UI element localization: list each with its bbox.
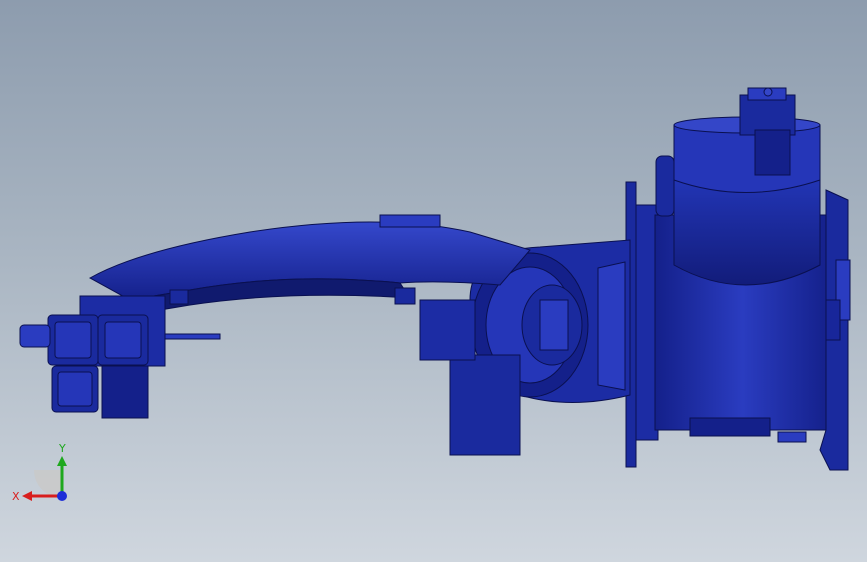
- robot-arm-model[interactable]: [0, 0, 867, 562]
- coordinate-triad: Y X: [12, 442, 67, 503]
- x-axis-arrow: [22, 491, 32, 501]
- z-axis-dot: [57, 491, 67, 501]
- y-axis-arrow: [57, 456, 67, 466]
- y-axis-label: Y: [58, 442, 66, 455]
- x-axis-label: X: [12, 490, 20, 503]
- top-motor-housing[interactable]: [673, 87, 821, 286]
- graphics-viewport[interactable]: Y X: [0, 0, 867, 562]
- wrist-assembly[interactable]: [19, 295, 221, 419]
